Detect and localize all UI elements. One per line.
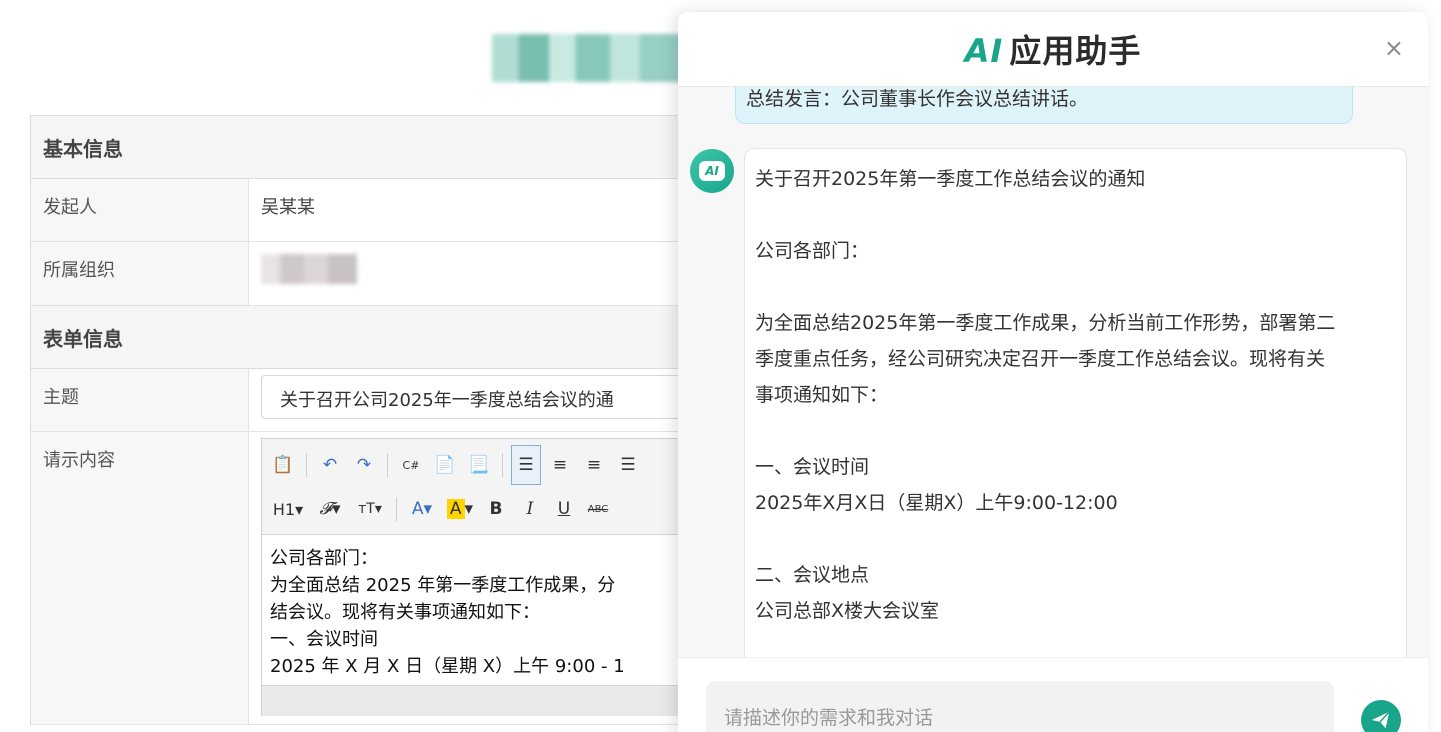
initiator-value: 吴某某: [261, 197, 315, 218]
row-organization: 所属组织: [30, 242, 730, 306]
editor-line: 结会议。现将有关事项通知如下：: [270, 602, 540, 623]
reply-line: 为全面总结2025年第一季度工作成果，分析当前工作形势，部署第二: [755, 312, 1336, 334]
send-icon: [1371, 711, 1390, 729]
editor-resize-bar[interactable]: [262, 685, 690, 716]
reply-blank-line: [755, 269, 1396, 305]
editor-line: 公司各部门：: [270, 548, 378, 569]
rich-text-editor: 📋 ↶ ↷ C# 📄 📃 ☰ ≡ ≡ ☰ H1▾ 𝓕▾ тT▾ A▾ A ▾ B…: [261, 438, 691, 716]
reply-line: 事项通知如下：: [755, 384, 889, 406]
send-button[interactable]: [1361, 700, 1401, 732]
subject-input[interactable]: 关于召开公司2025年一季度总结会议的通: [261, 375, 691, 419]
editor-toolbar: 📋 ↶ ↷ C# 📄 📃 ☰ ≡ ≡ ☰ H1▾ 𝓕▾ тT▾ A▾ A ▾ B…: [262, 439, 690, 535]
ai-avatar-label: AI: [699, 161, 725, 181]
user-message-bubble: 总结发言：公司董事长作会议总结讲话。: [735, 87, 1353, 124]
reply-line: 二、会议地点: [755, 564, 870, 586]
ai-panel-header: AI 应用助手 ×: [678, 12, 1428, 87]
strikethrough-icon[interactable]: ABC: [583, 494, 613, 524]
font-size-icon[interactable]: тT▾: [352, 494, 388, 524]
organization-value: [249, 242, 730, 305]
chat-input-area: 请描述你的需求和我对话: [678, 657, 1428, 732]
reply-blank-line: [755, 197, 1396, 233]
form-table: 基本信息 发起人 吴某某 所属组织 表单信息 主题 关于召开公司2025年一季度…: [30, 115, 730, 725]
content-label: 请示内容: [31, 432, 249, 724]
reply-line: 关于召开2025年第一季度工作总结会议的通知: [755, 168, 1146, 190]
reply-line: 公司总部X楼大会议室: [755, 600, 940, 622]
font-color-icon[interactable]: A▾: [405, 494, 439, 524]
ai-assistant-panel: AI 应用助手 × 总结发言：公司董事长作会议总结讲话。 AI 关于召开2025年…: [678, 12, 1428, 732]
row-content: 请示内容 📋 ↶ ↷ C# 📄 📃 ☰ ≡ ≡ ☰ H1▾ 𝓕▾ тT▾ A▾ …: [30, 432, 730, 725]
reply-line: 一、会议时间: [755, 456, 870, 478]
reply-line: 公司各部门：: [755, 240, 870, 262]
align-left-icon[interactable]: ☰: [511, 445, 541, 485]
editor-line: 一、会议时间: [270, 629, 378, 650]
underline-icon[interactable]: U: [549, 494, 579, 524]
app-page: 基本信息 发起人 吴某某 所属组织 表单信息 主题 关于召开公司2025年一季度…: [0, 0, 1441, 732]
form-title-redacted: [492, 34, 682, 82]
align-center-icon[interactable]: ≡: [545, 450, 575, 480]
reply-line: 季度重点任务，经公司研究决定召开一季度工作总结会议。现将有关: [755, 348, 1326, 370]
section-basic-info: 基本信息: [30, 116, 730, 179]
align-justify-icon[interactable]: ☰: [613, 450, 643, 480]
close-icon[interactable]: ×: [1384, 36, 1404, 60]
font-family-icon[interactable]: 𝓕▾: [312, 494, 348, 524]
content-cell: 📋 ↶ ↷ C# 📄 📃 ☰ ≡ ≡ ☰ H1▾ 𝓕▾ тT▾ A▾ A ▾ B…: [249, 432, 730, 724]
section-form-info: 表单信息: [30, 306, 730, 369]
row-subject: 主题 关于召开公司2025年一季度总结会议的通: [30, 369, 730, 432]
ai-reply-bubble: 关于召开2025年第一季度工作总结会议的通知 公司各部门： 为全面总结2025年…: [744, 148, 1407, 657]
redo-icon[interactable]: ↷: [349, 450, 379, 480]
organization-label: 所属组织: [31, 242, 249, 305]
align-right-icon[interactable]: ≡: [579, 450, 609, 480]
chat-input[interactable]: 请描述你的需求和我对话: [706, 681, 1334, 732]
reply-blank-line: [755, 413, 1396, 449]
highlight-icon[interactable]: A ▾: [443, 494, 477, 524]
subject-cell: 关于召开公司2025年一季度总结会议的通: [249, 369, 730, 431]
italic-icon[interactable]: I: [515, 494, 545, 524]
ai-avatar-icon: AI: [690, 149, 734, 193]
reply-blank-line: [755, 521, 1396, 557]
editor-content[interactable]: 公司各部门： 为全面总结 2025 年第一季度工作成果，分 结会议。现将有关事项…: [262, 535, 690, 685]
paste-text-icon[interactable]: 📄: [430, 450, 460, 480]
organization-redacted: [261, 254, 357, 284]
ai-title-text: 应用助手: [1009, 32, 1142, 70]
row-initiator: 发起人 吴某某: [30, 179, 730, 242]
clipboard-icon[interactable]: 📋: [268, 450, 298, 480]
editor-line: 为全面总结 2025 年第一季度工作成果，分: [270, 575, 616, 596]
ai-panel-title: AI 应用助手: [965, 26, 1142, 72]
heading-icon[interactable]: H1▾: [268, 494, 308, 524]
reply-line: 2025年X月X日（星期X）上午9:00-12:00: [755, 492, 1118, 514]
initiator-label: 发起人: [31, 179, 249, 241]
code-icon[interactable]: C#: [396, 450, 426, 480]
ai-title-ai: AI: [964, 32, 1004, 70]
subject-label: 主题: [31, 369, 249, 431]
undo-icon[interactable]: ↶: [315, 450, 345, 480]
paste-word-icon[interactable]: 📃: [464, 450, 494, 480]
chat-messages[interactable]: 总结发言：公司董事长作会议总结讲话。 AI 关于召开2025年第一季度工作总结会…: [678, 87, 1428, 657]
editor-line: 2025 年 X 月 X 日（星期 X）上午 9:00 - 1: [270, 656, 625, 677]
bold-icon[interactable]: B: [481, 494, 511, 524]
